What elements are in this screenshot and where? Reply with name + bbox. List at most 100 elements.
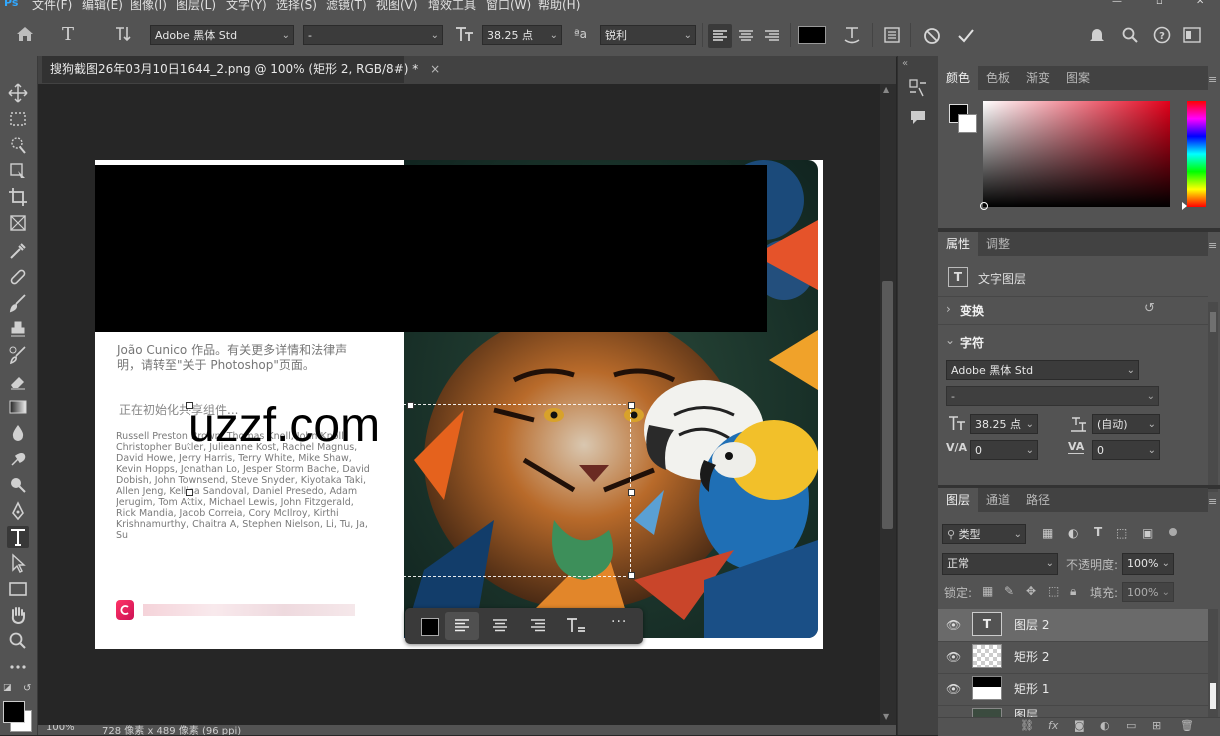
chevron-right-icon[interactable]: › [946,302,951,316]
swap-colors-icon[interactable]: ↺ [23,683,31,694]
transform-handle[interactable] [628,402,635,409]
move-tool-icon[interactable] [7,82,29,104]
new-group-icon[interactable]: ▭ [1126,719,1136,732]
tab-gradients[interactable]: 渐变 [1018,66,1058,90]
properties-scrollbar[interactable] [1208,302,1218,492]
color-picker-field[interactable] [980,101,1170,210]
visibility-eye-icon[interactable]: 👁︎ [946,650,961,664]
healing-brush-tool-icon[interactable] [7,266,29,288]
menu-window[interactable]: 窗口(W) [486,0,531,13]
quick-selection-tool-icon[interactable] [7,134,29,156]
color-picker-handle[interactable] [980,202,988,210]
dodge-tool-icon[interactable] [7,474,29,496]
prop-leading-select[interactable]: (自动) ⌄ [1092,414,1160,434]
context-align-center-button[interactable] [483,612,517,640]
object-selection-tool-icon[interactable] [7,160,29,182]
tab-swatches[interactable]: 色板 [978,66,1018,90]
layer-filter-select[interactable]: ⚲ 类型 ⌄ [942,524,1026,544]
layers-scrollbar[interactable] [1208,609,1218,717]
scrollbar-thumb[interactable] [1210,312,1216,332]
fill-input[interactable]: 100% ⌄ [1122,582,1174,602]
black-rectangle-shape[interactable] [95,165,767,332]
context-align-right-button[interactable] [521,612,555,640]
cancel-edit-icon[interactable] [922,26,942,46]
prop-font-style-select[interactable]: - ⌄ [946,386,1159,406]
home-icon[interactable] [16,26,34,42]
add-mask-icon[interactable]: ◙ [1074,719,1085,732]
lock-artboard-icon[interactable]: ⬚ [1048,584,1059,598]
eraser-tool-icon[interactable] [7,370,29,392]
history-panel-icon[interactable] [908,78,928,98]
panel-menu-icon[interactable]: ≡ [1208,73,1217,86]
type-tool-preset-icon[interactable]: T [62,24,74,45]
menu-edit[interactable]: 编辑(E) [82,0,123,13]
clone-stamp-tool-icon[interactable] [7,318,29,340]
context-align-left-button[interactable] [445,612,479,640]
font-family-select[interactable]: Adobe 黑体 Std ⌄ [150,25,294,45]
rectangle-tool-icon[interactable] [7,578,29,600]
layer-row[interactable]: 👁︎ T 图层 2 [938,609,1208,642]
tab-channels[interactable]: 通道 [978,488,1018,512]
comments-panel-icon[interactable] [908,108,928,126]
crop-tool-icon[interactable] [7,186,29,208]
default-colors-icon[interactable]: ◪ [3,683,12,693]
menu-help[interactable]: 帮助(H) [538,0,580,13]
notifications-icon[interactable] [1088,26,1106,44]
warp-text-icon[interactable] [842,25,862,45]
smudge-tool-icon[interactable] [7,448,29,470]
frame-tool-icon[interactable] [7,212,29,234]
delete-layer-icon[interactable]: 🗑︎ [1180,719,1194,732]
vertical-scrollbar[interactable]: ▲ ▼ [880,84,896,725]
menu-filter[interactable]: 滤镜(T) [326,0,367,13]
close-tab-icon[interactable]: × [430,62,440,76]
opacity-input[interactable]: 100% ⌄ [1122,553,1174,575]
prop-font-size-select[interactable]: 38.25 点 ⌄ [970,414,1038,434]
menu-image[interactable]: 图像(I) [130,0,167,13]
lock-position-icon[interactable]: ✥ [1026,584,1036,598]
layer-name[interactable]: 矩形 2 [1014,641,1049,673]
transform-handle[interactable] [628,489,635,496]
tab-patterns[interactable]: 图案 [1058,66,1098,90]
prop-kerning-select[interactable]: 0 ⌄ [970,440,1038,460]
transform-handle[interactable] [186,489,193,496]
blur-tool-icon[interactable] [7,422,29,444]
align-center-button[interactable] [734,24,758,48]
filter-shape-icon[interactable]: ⬚ [1116,526,1127,540]
filter-pixel-icon[interactable]: ▦ [1042,526,1053,540]
link-layers-icon[interactable]: ⛓︎ [1020,719,1034,732]
layer-name[interactable]: 图层 [1014,705,1038,717]
more-tools-icon[interactable] [7,656,29,678]
menu-view[interactable]: 视图(V) [376,0,418,13]
text-color-swatch[interactable] [798,26,826,44]
tab-layers[interactable]: 图层 [938,488,979,512]
new-adjustment-icon[interactable]: ◐ [1100,719,1110,732]
document-tab[interactable]: 搜狗截图26年03月10日1644_2.png @ 100% (矩形 2, RG… [42,56,440,83]
tab-paths[interactable]: 路径 [1018,488,1058,512]
lock-pixels-icon[interactable]: ✎ [1004,584,1014,598]
search-icon[interactable] [1121,26,1139,44]
history-brush-tool-icon[interactable] [7,344,29,366]
toggle-orientation-icon[interactable] [114,25,134,43]
help-icon[interactable]: ? [1153,26,1171,44]
filter-smartobject-icon[interactable]: ▣ [1142,526,1153,540]
new-layer-icon[interactable]: ⊞ [1152,719,1161,732]
font-style-select[interactable]: - ⌄ [303,25,443,45]
zoom-level[interactable]: 100% [46,725,75,733]
menu-file[interactable]: 文件(F) [32,0,72,13]
layer-row[interactable]: 👁︎ 矩形 1 [938,673,1208,706]
foreground-color-swatch[interactable] [3,701,25,723]
hue-slider-handle[interactable] [1182,202,1187,210]
menu-layer[interactable]: 图层(L) [176,0,216,13]
overlay-watermark-text[interactable]: uzzf.com [188,398,380,454]
layer-name[interactable]: 矩形 1 [1014,673,1049,705]
font-size-select[interactable]: 38.25 点 ⌄ [482,25,562,45]
layer-row[interactable]: 👁︎ 矩形 2 [938,641,1208,674]
antialias-select[interactable]: 锐利 ⌄ [600,25,696,45]
document-canvas[interactable]: João Cunico 作品。有关更多详情和法律声明，请转至"关于 Photos… [95,160,823,649]
filter-adjustment-icon[interactable]: ◐ [1068,526,1078,540]
prop-font-family-select[interactable]: Adobe 黑体 Std ⌄ [946,360,1139,380]
commit-edit-icon[interactable] [956,26,976,46]
marquee-tool-icon[interactable] [7,108,29,130]
bg-color-swatch[interactable] [958,114,977,133]
visibility-eye-icon[interactable]: 👁︎ [946,682,961,696]
